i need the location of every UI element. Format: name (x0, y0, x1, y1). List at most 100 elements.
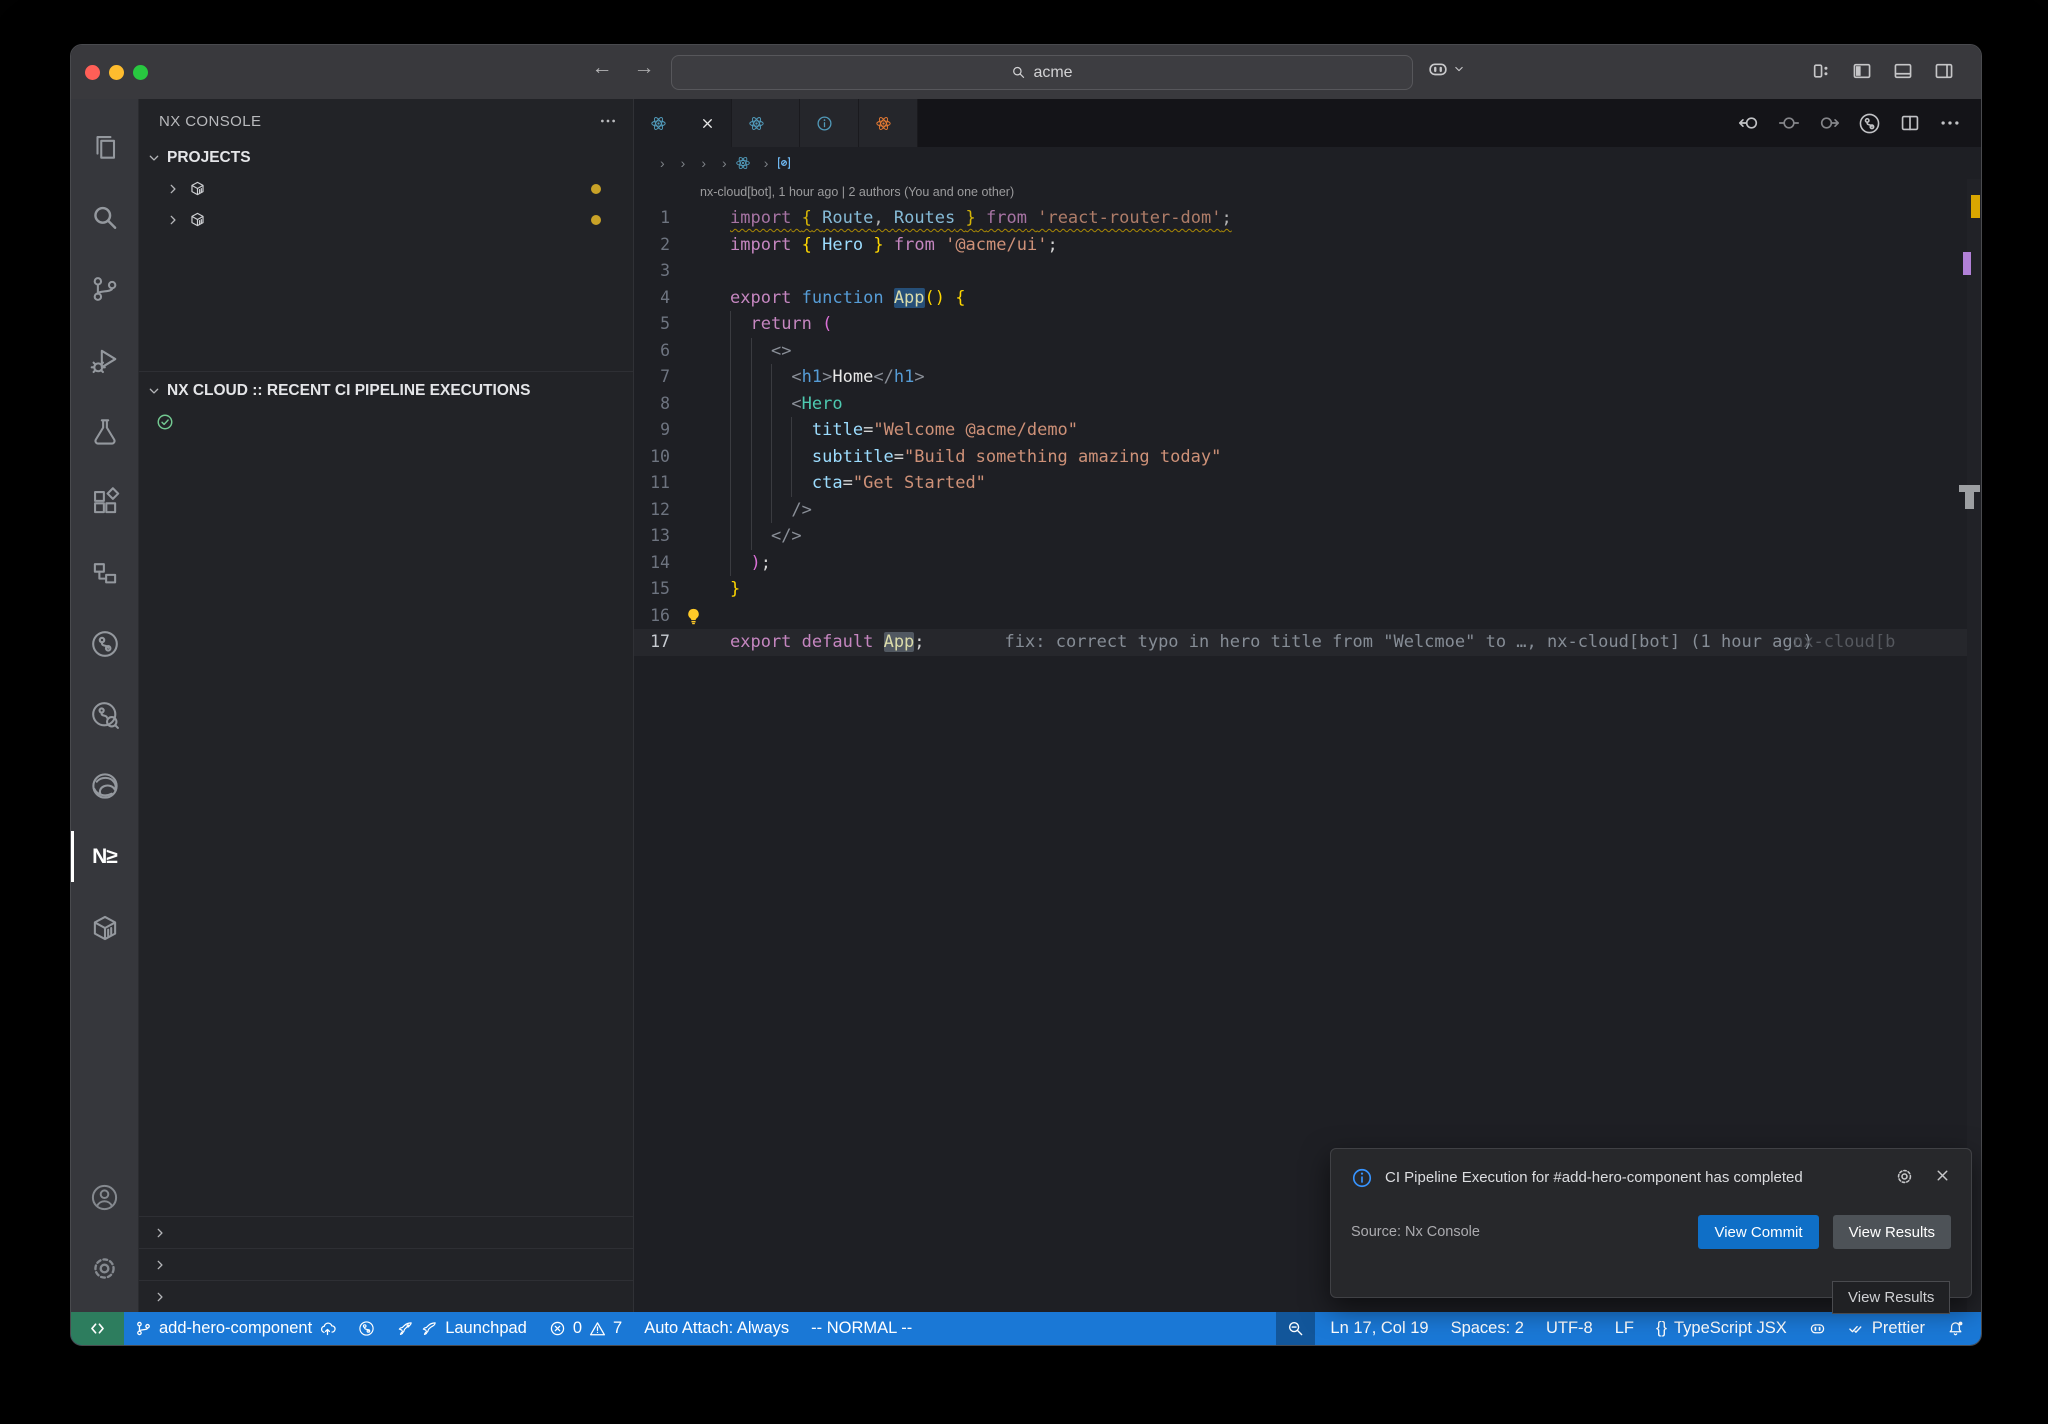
traffic-light-maximize[interactable] (133, 65, 148, 80)
status-indentation[interactable]: Spaces: 2 (1440, 1312, 1535, 1345)
code-line-17[interactable]: 17 export default App;fix: correct typo … (634, 629, 1967, 656)
breadcrumb-item[interactable] (776, 155, 797, 171)
traffic-light-minimize[interactable] (109, 65, 124, 80)
code-line-8[interactable]: 8 <Hero (634, 391, 1967, 418)
activity-git-history[interactable] (71, 608, 139, 679)
code-line-16[interactable]: 16 (634, 603, 1967, 630)
nav-fwd-circle-icon[interactable] (1818, 112, 1840, 134)
line-number[interactable]: 3 (634, 258, 730, 285)
layout-customize-icon[interactable] (1810, 60, 1832, 82)
pipeline-execution-item[interactable] (139, 406, 633, 437)
command-center-search[interactable]: acme (671, 55, 1413, 90)
activity-search[interactable] (71, 182, 139, 253)
activity-run-debug[interactable] (71, 324, 139, 395)
code-line-9[interactable]: 9 title="Welcome @acme/demo" (634, 417, 1967, 444)
line-number[interactable]: 12 (634, 497, 730, 524)
line-number[interactable]: 15 (634, 576, 730, 603)
close-icon[interactable] (1934, 1167, 1951, 1184)
git-circle-icon[interactable] (1858, 112, 1881, 135)
code-line-10[interactable]: 10 subtitle="Build something amazing tod… (634, 444, 1967, 471)
layout-sidebar-icon[interactable] (1851, 60, 1873, 82)
status-encoding[interactable]: UTF-8 (1535, 1312, 1604, 1345)
layout-secondary-icon[interactable] (1933, 60, 1955, 82)
line-number[interactable]: 14 (634, 550, 730, 577)
status-vim-mode[interactable]: -- NORMAL -- (800, 1312, 923, 1345)
activity-git-search[interactable] (71, 679, 139, 750)
project-item[interactable] (139, 204, 633, 235)
history-forward-icon[interactable]: → (629, 56, 659, 80)
line-number[interactable]: 4 (634, 285, 730, 312)
status-launchpad[interactable]: Launchpad (386, 1312, 538, 1345)
line-number[interactable]: 2 (634, 232, 730, 259)
line-number[interactable]: 7 (634, 364, 730, 391)
gear-icon[interactable] (1895, 1167, 1914, 1186)
split-icon[interactable] (1899, 112, 1921, 134)
code-line-1[interactable]: 1 import { Route, Routes } from 'react-r… (634, 205, 1967, 232)
code-line-3[interactable]: 3 (634, 258, 1967, 285)
status-git-branch[interactable]: add-hero-component (124, 1312, 347, 1345)
section-nx-migrate[interactable] (139, 1280, 633, 1312)
nav-back-circle-icon[interactable] (1738, 112, 1760, 134)
activity-settings[interactable] (71, 1233, 139, 1304)
nav-circle-icon[interactable] (1778, 112, 1800, 134)
code-line-11[interactable]: 11 cta="Get Started" (634, 470, 1967, 497)
activity-account[interactable] (71, 1162, 139, 1233)
activity-nx-console[interactable]: N≥ (71, 821, 139, 892)
activity-explorer[interactable] (71, 111, 139, 182)
copilot-menu[interactable] (1427, 58, 1465, 80)
code-line-2[interactable]: 2 import { Hero } from '@acme/ui'; (634, 232, 1967, 259)
line-number[interactable]: 6 (634, 338, 730, 365)
nx-cloud-header[interactable]: NX CLOUD :: RECENT CI PIPELINE EXECUTION… (139, 376, 633, 406)
status-notifications-bell[interactable] (1936, 1312, 1975, 1345)
status-formatter[interactable]: Prettier (1837, 1312, 1936, 1345)
breadcrumb-item[interactable] (735, 155, 756, 171)
status-language-mode[interactable]: {}TypeScript JSX (1645, 1312, 1798, 1345)
line-number[interactable]: 17 (634, 629, 730, 656)
activity-edge-browser[interactable] (71, 750, 139, 821)
status-cursor-position[interactable]: Ln 17, Col 19 (1319, 1312, 1439, 1345)
code-line-14[interactable]: 14 ); (634, 550, 1967, 577)
activity-extensions[interactable] (71, 466, 139, 537)
activity-testing[interactable] (71, 395, 139, 466)
status-git-graph[interactable] (347, 1312, 386, 1345)
code-line-5[interactable]: 5 return ( (634, 311, 1967, 338)
lightbulb-icon[interactable] (684, 607, 703, 626)
tab-hero-tsx[interactable] (732, 99, 800, 147)
status-eol[interactable]: LF (1604, 1312, 1645, 1345)
status-auto-attach[interactable]: Auto Attach: Always (633, 1312, 800, 1345)
project-item[interactable] (139, 173, 633, 204)
history-back-icon[interactable]: ← (587, 56, 617, 80)
view-results-button[interactable]: View Results (1833, 1215, 1951, 1249)
section-help-and-feedback[interactable] (139, 1248, 633, 1280)
status-problems[interactable]: 07 (538, 1312, 633, 1345)
activity-package-explorer[interactable] (71, 892, 139, 963)
line-number[interactable]: 5 (634, 311, 730, 338)
line-number[interactable]: 1 (634, 205, 730, 232)
tab-app-tsx[interactable] (634, 99, 732, 147)
close-tab-icon[interactable] (700, 116, 715, 131)
activity-nx-project-graph[interactable] (71, 537, 139, 608)
code-line-15[interactable]: 15 } (634, 576, 1967, 603)
code-line-6[interactable]: 6 <> (634, 338, 1967, 365)
view-commit-button[interactable]: View Commit (1698, 1215, 1818, 1249)
status-zoom[interactable] (1276, 1312, 1315, 1345)
code-line-4[interactable]: 4 export function App() { (634, 285, 1967, 312)
code-line-7[interactable]: 7 <h1>Home</h1> (634, 364, 1967, 391)
more-icon[interactable] (1939, 112, 1961, 134)
status-remote-indicator[interactable] (71, 1312, 124, 1345)
section-common-nx-commands[interactable] (139, 1216, 633, 1248)
section-projects[interactable]: PROJECTS (139, 143, 633, 173)
layout-panel-icon[interactable] (1892, 60, 1914, 82)
status-copilot-status[interactable] (1798, 1312, 1837, 1345)
activity-source-control[interactable] (71, 253, 139, 324)
tab-app-spec-tsx[interactable] (859, 99, 918, 147)
line-number[interactable]: 8 (634, 391, 730, 418)
code-editor[interactable]: nx-cloud[bot], 1 hour ago | 2 authors (Y… (634, 179, 1981, 1312)
more-actions-icon[interactable] (599, 112, 617, 130)
traffic-light-close[interactable] (85, 65, 100, 80)
line-number[interactable]: 10 (634, 444, 730, 471)
line-number[interactable]: 16 (634, 603, 730, 630)
tab-README-md[interactable] (800, 99, 859, 147)
line-number[interactable]: 9 (634, 417, 730, 444)
overview-ruler[interactable] (1967, 179, 1981, 1312)
